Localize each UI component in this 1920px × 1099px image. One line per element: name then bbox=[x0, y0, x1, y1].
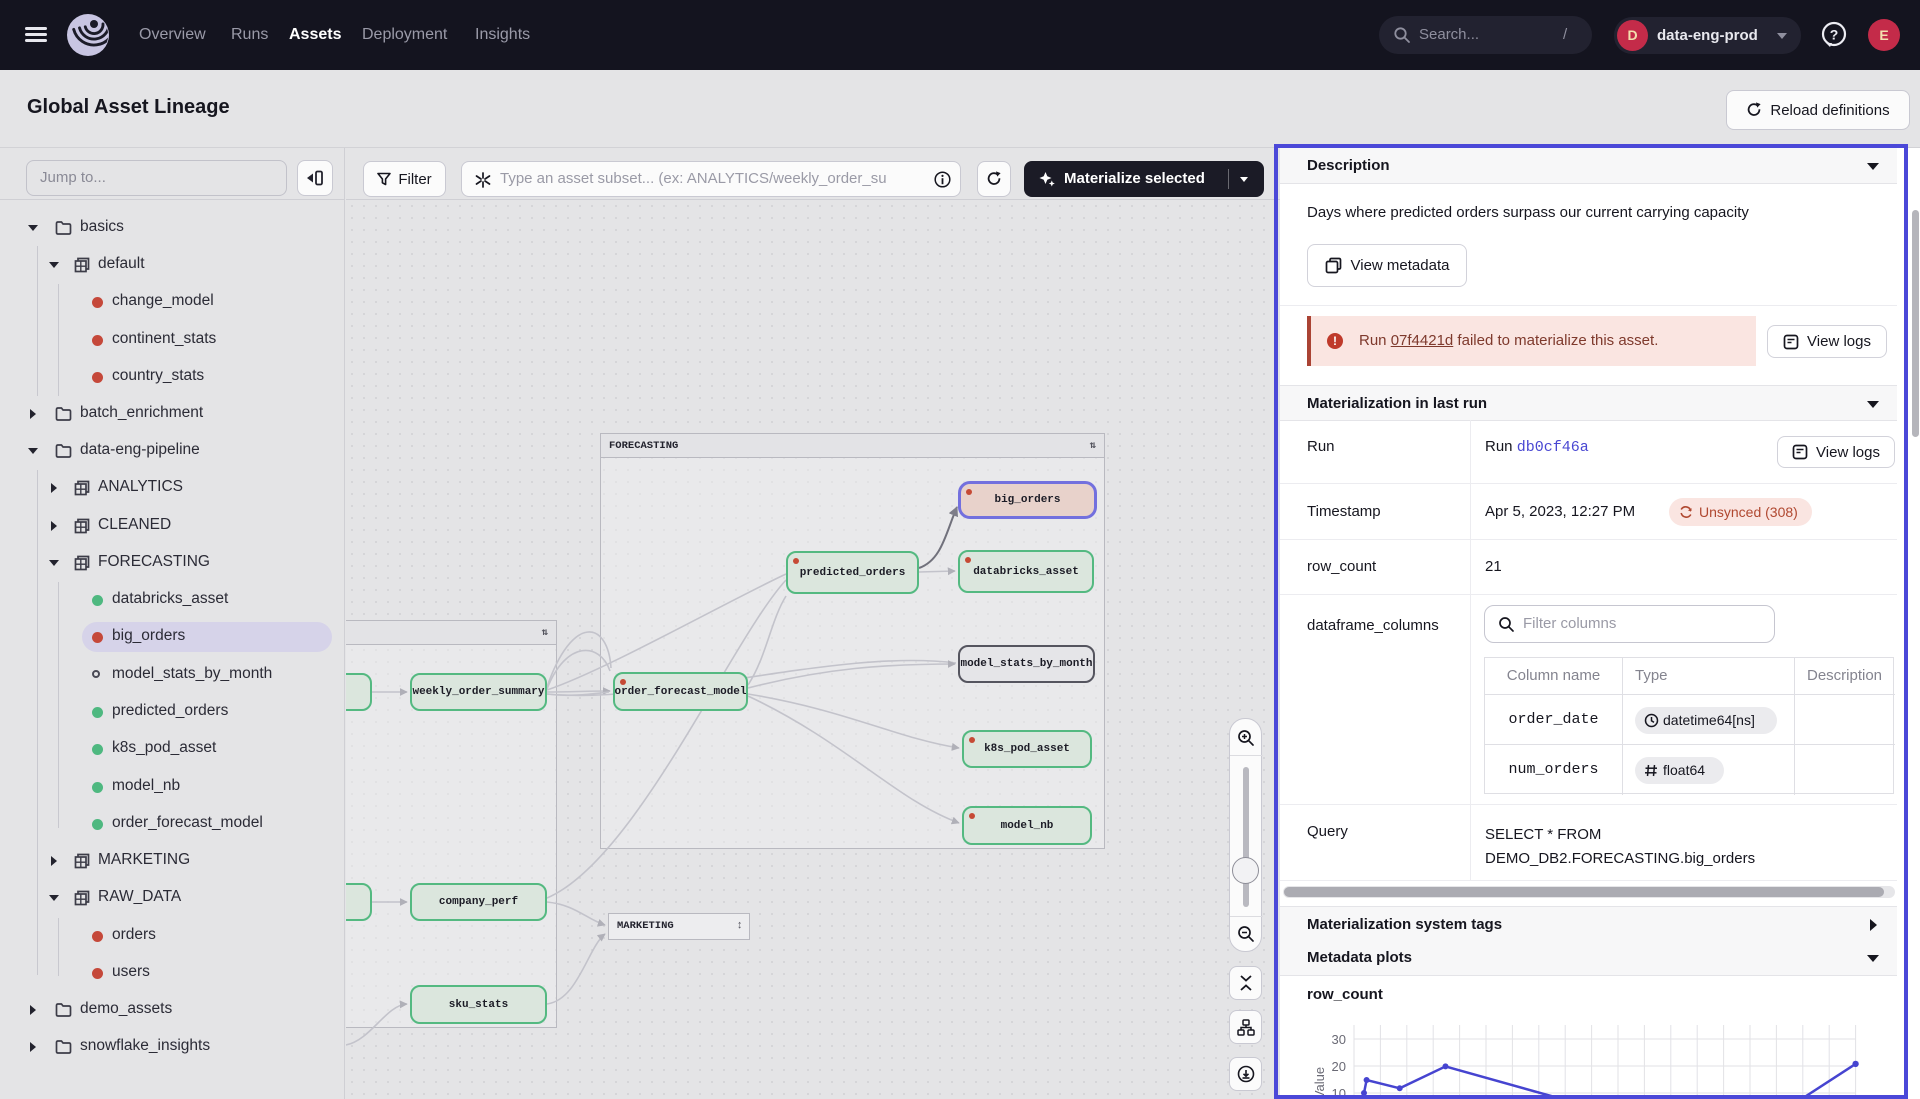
svg-text:10: 10 bbox=[1332, 1086, 1346, 1099]
svg-text:30: 30 bbox=[1332, 1032, 1346, 1047]
svg-text:20: 20 bbox=[1332, 1059, 1346, 1074]
svg-text:?: ? bbox=[1830, 27, 1839, 43]
svg-text:Value: Value bbox=[1312, 1067, 1327, 1099]
